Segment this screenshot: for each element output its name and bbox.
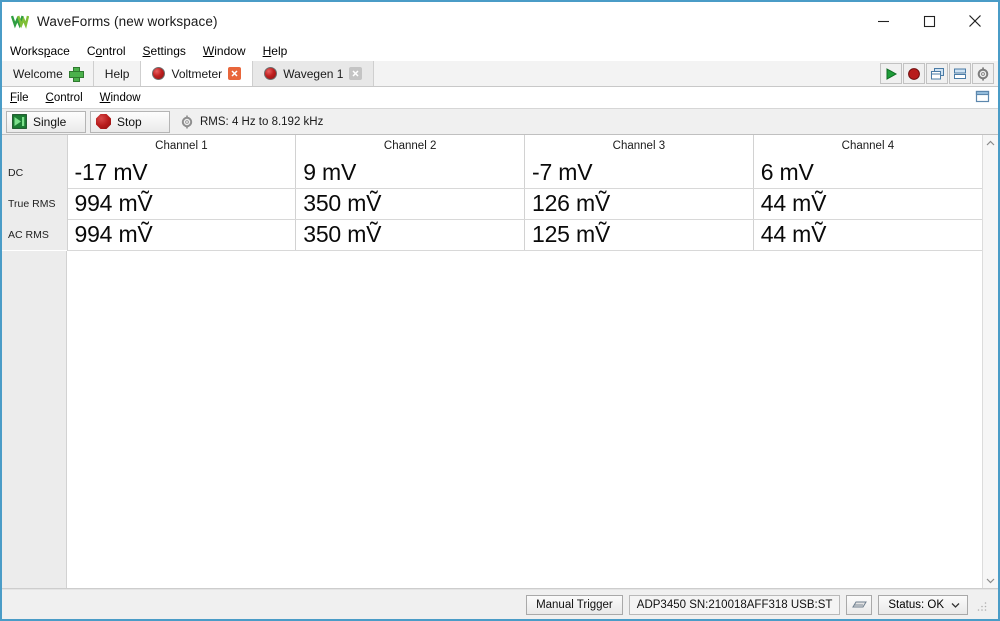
scrollbar-track[interactable]: [983, 151, 999, 572]
cell-true-rms-ch2: 350 mṼ: [296, 188, 525, 219]
stop-button-label: Stop: [117, 115, 142, 129]
instrument-menu-bar: File Control Window: [2, 87, 998, 108]
cell-ac-rms-ch4: 44 mṼ: [753, 219, 982, 250]
table-corner-cell: [2, 135, 67, 157]
row-header-dc: DC: [2, 157, 67, 188]
table-row-ac-rms: AC RMS 994 mṼ 350 mṼ 125 mṼ 44 mṼ: [2, 219, 982, 250]
cascade-windows-icon[interactable]: [926, 63, 948, 84]
row-header-filler: [2, 251, 67, 589]
inner-menu-item-file[interactable]: File: [10, 92, 38, 104]
cell-true-rms-ch4: 44 mṼ: [753, 188, 982, 219]
close-button[interactable]: [952, 2, 998, 40]
vertical-scrollbar[interactable]: [982, 135, 998, 588]
rms-gear-icon: [180, 115, 194, 129]
status-badge[interactable]: Status: OK: [878, 595, 968, 615]
menu-item-help[interactable]: Help: [263, 44, 297, 58]
manual-trigger-button[interactable]: Manual Trigger: [526, 595, 623, 615]
table-header-row: Channel 1 Channel 2 Channel 3 Channel 4: [2, 135, 982, 157]
chevron-down-icon[interactable]: [983, 572, 999, 588]
waveforms-w-logo: [11, 12, 29, 30]
tab-voltmeter[interactable]: Voltmeter: [141, 61, 253, 86]
tile-windows-icon[interactable]: [949, 63, 971, 84]
cell-dc-ch2: 9 mV: [296, 157, 525, 188]
status-bar: Manual Trigger ADP3450 SN:210018AFF318 U…: [2, 589, 998, 619]
stop-record-icon[interactable]: [903, 63, 925, 84]
run-play-icon[interactable]: [880, 63, 902, 84]
settings-gear-icon[interactable]: [972, 63, 994, 84]
cell-ac-rms-ch1: 994 mṼ: [67, 219, 296, 250]
row-header-ac-rms: AC RMS: [2, 219, 67, 250]
float-window-icon[interactable]: [972, 88, 992, 106]
cell-ac-rms-ch3: 125 mṼ: [525, 219, 754, 250]
voltmeter-table: Channel 1 Channel 2 Channel 3 Channel 4 …: [2, 135, 982, 251]
instrument-tab-bar: Welcome Help Voltmeter Wavegen 1: [2, 61, 998, 87]
tab-label: Welcome: [13, 67, 63, 81]
title-bar: WaveForms (new workspace): [2, 2, 998, 40]
window-controls: [860, 2, 998, 40]
cell-true-rms-ch1: 994 mṼ: [67, 188, 296, 219]
window-title: WaveForms (new workspace): [37, 14, 218, 29]
tab-help[interactable]: Help: [94, 61, 142, 86]
column-header-channel-4: Channel 4: [753, 135, 982, 157]
cell-dc-ch3: -7 mV: [525, 157, 754, 188]
cell-dc-ch1: -17 mV: [67, 157, 296, 188]
stop-button[interactable]: Stop: [90, 111, 170, 133]
table-empty-area: [2, 251, 982, 589]
plus-icon[interactable]: [69, 67, 82, 80]
tab-label: Wavegen 1: [283, 67, 343, 81]
close-icon[interactable]: [349, 67, 362, 80]
device-info-field[interactable]: ADP3450 SN:210018AFF318 USB:ST: [629, 595, 841, 615]
close-icon[interactable]: [228, 67, 241, 80]
voltmeter-content: Channel 1 Channel 2 Channel 3 Channel 4 …: [2, 135, 998, 589]
cell-ac-rms-ch2: 350 mṼ: [296, 219, 525, 250]
red-led-icon: [264, 67, 277, 80]
tab-list: Welcome Help Voltmeter Wavegen 1: [2, 61, 374, 86]
table-blank-region: [67, 251, 982, 589]
stop-octagon-icon: [96, 114, 111, 129]
table-row-true-rms: True RMS 994 mṼ 350 mṼ 126 mṼ 44 mṼ: [2, 188, 982, 219]
instrument-toolbar: Single Stop RMS: 4 Hz to 8.192 kHz: [2, 108, 998, 135]
minimize-button[interactable]: [860, 2, 906, 40]
menu-item-window[interactable]: Window: [203, 44, 255, 58]
row-header-true-rms: True RMS: [2, 188, 67, 219]
tab-label: Help: [105, 67, 130, 81]
inner-menu-item-control[interactable]: Control: [46, 92, 92, 104]
menu-item-settings[interactable]: Settings: [143, 44, 195, 58]
cell-true-rms-ch3: 126 mṼ: [525, 188, 754, 219]
table-row-dc: DC -17 mV 9 mV -7 mV 6 mV: [2, 157, 982, 188]
cell-dc-ch4: 6 mV: [753, 157, 982, 188]
single-capture-icon: [12, 114, 27, 129]
column-header-channel-2: Channel 2: [296, 135, 525, 157]
rms-range-note: RMS: 4 Hz to 8.192 kHz: [180, 115, 323, 129]
menu-item-control[interactable]: Control: [87, 44, 135, 58]
maximize-button[interactable]: [906, 2, 952, 40]
tab-wavegen-1[interactable]: Wavegen 1: [253, 61, 374, 86]
device-icon[interactable]: [846, 595, 872, 615]
tab-label: Voltmeter: [171, 67, 222, 81]
resize-grip-icon[interactable]: [976, 599, 988, 611]
global-toolbar: [880, 61, 998, 86]
red-led-icon: [152, 67, 165, 80]
menu-item-workspace[interactable]: Workspace: [10, 44, 79, 58]
column-header-channel-3: Channel 3: [525, 135, 754, 157]
meter-table-region: Channel 1 Channel 2 Channel 3 Channel 4 …: [2, 135, 982, 588]
single-button-label: Single: [33, 115, 66, 129]
rms-range-label: RMS: 4 Hz to 8.192 kHz: [200, 116, 323, 128]
chevron-up-icon[interactable]: [983, 135, 999, 151]
main-menu-bar: Workspace Control Settings Window Help: [2, 40, 998, 61]
chevron-down-icon[interactable]: [951, 599, 960, 611]
inner-menu-item-window[interactable]: Window: [100, 92, 150, 104]
waveforms-main-window: WaveForms (new workspace) Workspace: [0, 0, 1000, 621]
column-header-channel-1: Channel 1: [67, 135, 296, 157]
tab-welcome[interactable]: Welcome: [2, 61, 94, 86]
status-label: Status: OK: [888, 599, 944, 611]
single-button[interactable]: Single: [6, 111, 86, 133]
